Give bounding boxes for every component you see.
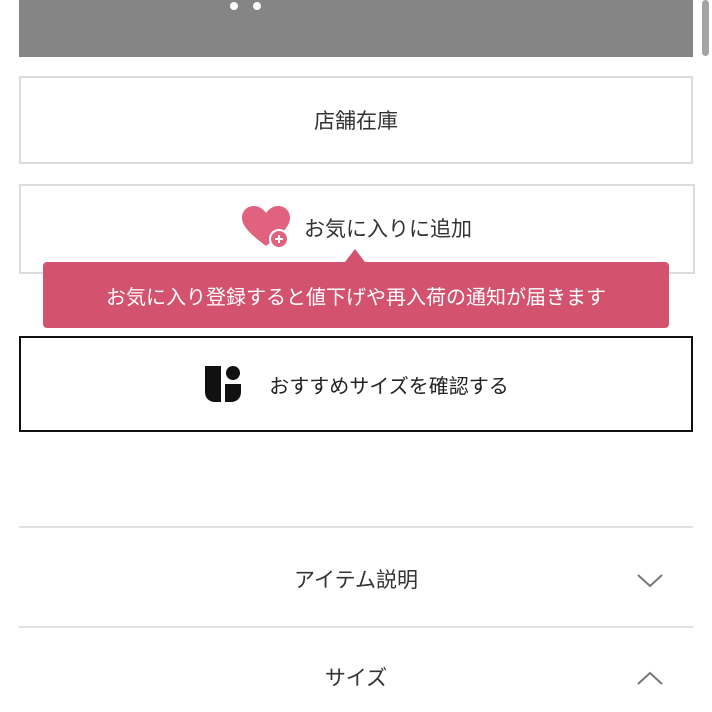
store-stock-button[interactable]: 店舗在庫 xyxy=(19,76,693,164)
heart-plus-icon xyxy=(242,206,292,250)
accordion-item-description[interactable]: アイテム説明 xyxy=(19,528,693,626)
store-stock-label: 店舗在庫 xyxy=(314,109,398,133)
chevron-up-icon xyxy=(635,668,665,688)
carousel-dot[interactable] xyxy=(253,2,261,10)
accordion-size-title: サイズ xyxy=(324,666,388,690)
recommend-size-label: おすすめサイズを確認する xyxy=(269,373,509,398)
accordion-item-description-title: アイテム説明 xyxy=(294,568,418,592)
accordion-size[interactable]: サイズ xyxy=(19,628,693,712)
carousel-dot[interactable] xyxy=(230,2,238,10)
tooltip-text: お気に入り登録すると値下げや再入荷の通知が届きます xyxy=(106,284,606,309)
scrollbar[interactable] xyxy=(702,0,709,56)
favorite-tooltip: お気に入り登録すると値下げや再入荷の通知が届きます xyxy=(43,262,669,328)
add-favorite-label: お気に入りに追加 xyxy=(304,217,472,241)
size-recommend-logo-icon xyxy=(203,364,243,404)
recommend-size-button[interactable]: おすすめサイズを確認する xyxy=(19,336,693,432)
chevron-down-icon xyxy=(635,570,665,590)
top-image-banner xyxy=(19,0,693,57)
tooltip-arrow xyxy=(345,249,365,262)
